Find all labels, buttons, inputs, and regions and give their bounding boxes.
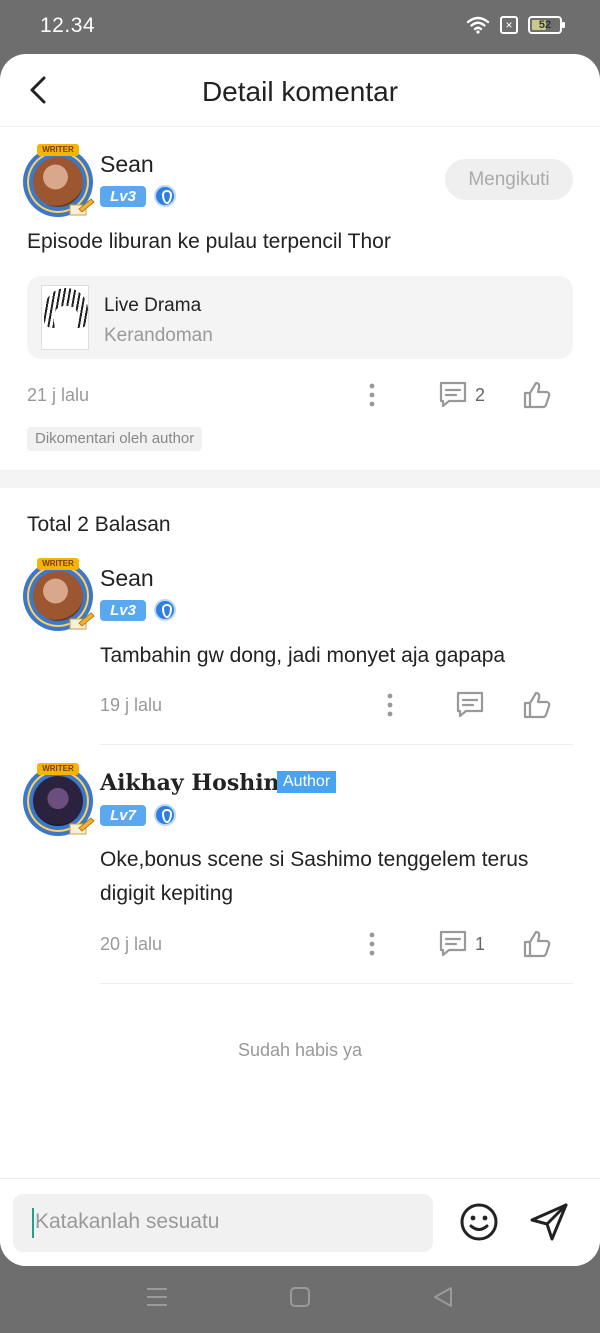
reply-time: 20 j lalu: [100, 934, 163, 954]
pencil-icon: [69, 198, 95, 216]
battery-level: 52: [538, 19, 552, 31]
battery-icon: 52: [528, 16, 565, 34]
book-cover: [41, 285, 89, 350]
book-card[interactable]: Live Drama Kerandoman: [27, 276, 573, 359]
username[interactable]: Sean: [100, 151, 154, 178]
reply-count: 2: [475, 385, 486, 405]
menu-icon[interactable]: [146, 1286, 168, 1308]
sim-icon: ×: [500, 16, 518, 34]
end-of-list-text: Sudah habis ya: [237, 1040, 363, 1060]
comment-composer: Katakanlah sesuatu: [0, 1178, 600, 1266]
username[interactable]: Sean: [100, 565, 154, 592]
verified-gem-icon: [154, 599, 176, 621]
writer-badge: WRITER: [37, 558, 79, 570]
avatar[interactable]: WRITER: [23, 144, 95, 217]
pencil-icon: [69, 612, 95, 630]
level-badge: Lv3: [100, 600, 146, 621]
reply-text: Tambahin gw dong, jadi monyet aja gapapa: [100, 644, 506, 667]
reply-text: Oke,bonus scene si Sashimo tenggelem ter…: [100, 848, 529, 905]
comment-icon[interactable]: [438, 380, 468, 408]
comment-input-placeholder: Katakanlah sesuatu: [35, 1210, 220, 1233]
writer-badge: WRITER: [37, 763, 79, 775]
reply-separator: [100, 983, 573, 984]
comment-icon[interactable]: [455, 690, 485, 718]
status-time: 12.34: [40, 14, 96, 37]
text-caret: [32, 1208, 34, 1238]
status-bar: 12.34 × 52: [0, 0, 600, 54]
back-nav-icon[interactable]: [432, 1286, 454, 1308]
comment-text: Episode liburan ke pulau terpencil Thor: [27, 230, 391, 253]
writer-badge: WRITER: [37, 144, 79, 156]
comment-time: 21 j lalu: [27, 385, 90, 405]
header: Detail komentar: [0, 54, 600, 127]
more-icon[interactable]: [365, 931, 379, 957]
send-icon[interactable]: [528, 1202, 570, 1242]
system-icons: × 52: [466, 16, 565, 34]
home-icon[interactable]: [289, 1286, 311, 1308]
comment-icon[interactable]: [438, 929, 468, 957]
level-badge: Lv3: [100, 186, 146, 207]
reply-time: 19 j lalu: [100, 695, 163, 715]
comment-input[interactable]: Katakanlah sesuatu: [13, 1194, 433, 1252]
book-subtitle: Kerandoman: [104, 325, 213, 346]
more-icon[interactable]: [383, 692, 397, 718]
verified-gem-icon: [154, 804, 176, 826]
system-nav-bar: [0, 1266, 600, 1333]
emoji-icon[interactable]: [459, 1202, 499, 1242]
like-icon[interactable]: [522, 929, 552, 959]
like-icon[interactable]: [522, 690, 552, 720]
reply-count: 1: [475, 934, 486, 954]
book-title: Live Drama: [104, 295, 202, 316]
replies-header: Total 2 Balasan: [27, 513, 171, 536]
wifi-icon: [466, 16, 490, 34]
avatar[interactable]: WRITER: [23, 558, 95, 631]
reply-separator: [100, 744, 573, 745]
page-title: Detail komentar: [201, 76, 399, 107]
author-tag: Author: [277, 771, 337, 793]
follow-button[interactable]: Mengikuti: [445, 159, 573, 200]
section-divider: [0, 470, 600, 488]
comment-detail-sheet: Detail komentar WRITER Sean Lv3 Mengikut…: [0, 54, 600, 1266]
like-icon[interactable]: [522, 380, 552, 410]
pencil-icon: [69, 817, 95, 835]
more-icon[interactable]: [365, 382, 379, 408]
username[interactable]: Aikhay Hoshino: [100, 770, 294, 796]
verified-gem-icon: [154, 185, 176, 207]
avatar[interactable]: WRITER: [23, 763, 95, 836]
level-badge: Lv7: [100, 805, 146, 826]
author-commented-tag: Dikomentari oleh author: [27, 427, 203, 451]
